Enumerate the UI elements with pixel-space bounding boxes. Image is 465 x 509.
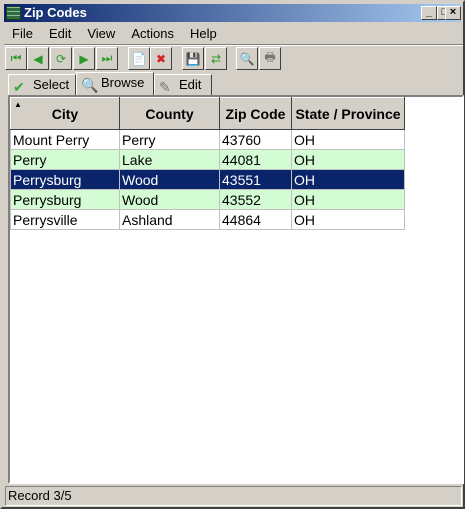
save-icon: 💾 (185, 51, 201, 66)
app-icon (6, 6, 21, 20)
table-row[interactable]: Perrysville Ashland 44864 OH (10, 209, 405, 230)
cell[interactable]: Lake (119, 149, 220, 170)
table-row[interactable]: Mount Perry Perry 43760 OH (10, 129, 405, 150)
window-title: Zip Codes (24, 5, 87, 20)
refresh-icon: ⟳ (55, 51, 67, 66)
prev-record-icon: ◀ (33, 51, 43, 66)
last-record-button[interactable]: ⏭ (96, 47, 118, 70)
refresh-button[interactable]: ⟳ (50, 47, 72, 70)
minimize-button[interactable]: _ (421, 6, 437, 20)
tab-browse[interactable]: 🔍 Browse (76, 72, 154, 96)
menu-edit[interactable]: Edit (41, 24, 79, 43)
cell[interactable]: Mount Perry (10, 129, 120, 150)
first-record-button[interactable]: ⏮ (5, 47, 27, 70)
title-bar: Zip Codes _ □ × (4, 4, 461, 22)
header-label: City (51, 105, 79, 122)
cell[interactable]: 43552 (219, 189, 292, 210)
tab-label: Edit (179, 77, 202, 92)
cell[interactable]: Perrysburg (10, 169, 120, 190)
tab-edit[interactable]: ✎ Edit (154, 74, 212, 96)
prev-record-button[interactable]: ◀ (27, 47, 49, 70)
cell[interactable]: 44864 (219, 209, 292, 230)
new-record-icon: 📄 (131, 51, 147, 66)
search-icon: 🔍 (239, 51, 255, 66)
cell[interactable]: Perrysburg (10, 189, 120, 210)
tab-select[interactable]: ✔ Select (8, 74, 76, 96)
menu-bar: File Edit View Actions Help (4, 24, 225, 43)
cell[interactable]: Wood (119, 189, 220, 210)
pencil-icon: ✎ (159, 79, 171, 95)
window: Zip Codes _ □ × File Edit View Actions H… (0, 0, 465, 509)
cell[interactable]: OH (291, 209, 405, 230)
cell[interactable]: OH (291, 129, 405, 150)
menu-view[interactable]: View (79, 24, 123, 43)
delete-record-icon: ✖ (155, 51, 167, 66)
cell[interactable]: OH (291, 169, 405, 190)
cell[interactable]: Ashland (119, 209, 220, 230)
cell[interactable]: 44081 (219, 149, 292, 170)
table-row[interactable]: Perrysburg Wood 43551 OH (10, 169, 405, 190)
cell[interactable]: OH (291, 149, 405, 170)
data-grid: ▲ City County Zip Code State / Province M… (8, 95, 464, 484)
magnifier-icon: 🔍 (81, 77, 99, 93)
delete-record-button[interactable]: ✖ (150, 47, 172, 70)
tab-label: Browse (101, 75, 145, 90)
sort-ascending-icon: ▲ (14, 100, 22, 109)
cell[interactable]: OH (291, 189, 405, 210)
new-record-button[interactable]: 📄 (128, 47, 150, 70)
cell[interactable]: Perry (10, 149, 120, 170)
search-button[interactable]: 🔍 (236, 47, 258, 70)
save-copy-icon: ⇄ (210, 51, 222, 66)
cell[interactable]: 43551 (219, 169, 292, 190)
cell[interactable]: 43760 (219, 129, 292, 150)
menu-actions[interactable]: Actions (123, 24, 182, 43)
column-header-county[interactable]: County (119, 97, 220, 130)
close-button[interactable]: × (445, 6, 461, 20)
cell[interactable]: Perrysville (10, 209, 120, 230)
next-record-button[interactable]: ▶ (73, 47, 95, 70)
last-record-icon: ⏭ (101, 51, 113, 65)
save-copy-button[interactable]: ⇄ (205, 47, 227, 70)
save-button[interactable]: 💾 (182, 47, 204, 70)
checkmark-icon: ✔ (13, 79, 25, 95)
cell[interactable]: Perry (119, 129, 220, 150)
menu-help[interactable]: Help (182, 24, 225, 43)
column-header-city[interactable]: ▲ City (10, 97, 120, 130)
cell[interactable]: Wood (119, 169, 220, 190)
next-record-icon: ▶ (79, 51, 89, 66)
print-icon: 🖶 (264, 50, 276, 64)
tab-label: Select (33, 77, 70, 92)
print-button[interactable]: 🖶 (259, 47, 281, 70)
divider (4, 44, 463, 46)
menu-file[interactable]: File (4, 24, 41, 43)
table-row[interactable]: Perrysburg Wood 43552 OH (10, 189, 405, 210)
column-header-state[interactable]: State / Province (291, 97, 405, 130)
first-record-icon: ⏮ (10, 51, 22, 65)
column-header-zip[interactable]: Zip Code (219, 97, 292, 130)
status-bar: Record 3/5 (5, 486, 462, 506)
table-row[interactable]: Perry Lake 44081 OH (10, 149, 405, 170)
